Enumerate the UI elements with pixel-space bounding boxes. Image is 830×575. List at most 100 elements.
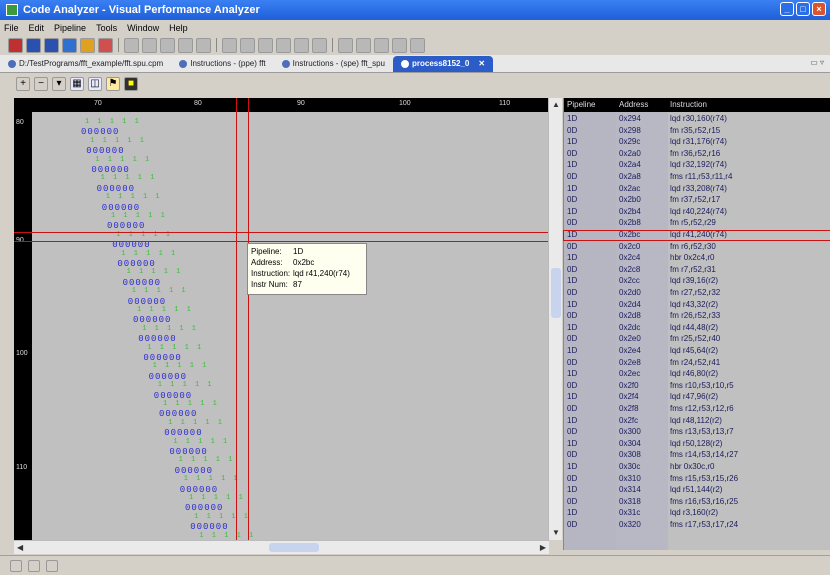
table-row[interactable]: 1D 0x2c4 hbr 0x2c4,r0 [564,254,830,263]
table-row[interactable]: 0D 0x2c0 fm r6,r52,r30 [564,242,830,252]
toolbar-icon-20[interactable] [374,37,389,53]
toolbar-icon-14[interactable] [258,37,273,53]
pipeline-chart[interactable]: 70 80 90 100 110 80 90 100 110 1 1 1 1 1… [14,98,551,540]
toolbar-icon-18[interactable] [338,37,353,53]
menu-window[interactable]: Window [127,23,159,33]
cell-pipeline: 1D [567,206,578,216]
toolbar-icon-4[interactable] [62,37,77,53]
menu-edit[interactable]: Edit [29,23,45,33]
menu-pipeline[interactable]: Pipeline [54,23,86,33]
table-row[interactable]: 1D 0x30c hbr 0x30c,r0 [564,462,830,472]
toolbar-icon-15[interactable] [276,37,291,53]
menu-help[interactable]: Help [169,23,188,33]
toolbar-icon-6[interactable] [98,37,113,53]
table-row[interactable]: 0D 0x318 fms r16,r53,r16,r25 [564,497,830,507]
zoom-out-icon[interactable]: − [34,77,48,91]
toolbar-icon-21[interactable] [392,37,407,53]
table-row[interactable]: 1D 0x2a4 lqd r32,192(r74) [564,161,830,170]
main-toolbar [0,35,830,55]
scroll-up-icon[interactable]: ▲ [552,100,560,109]
table-row[interactable]: 1D 0x2ac lqd r33,208(r74) [564,184,830,194]
table-row[interactable]: 0D 0x2f0 fms r10,r53,r10,r5 [564,380,830,391]
table-row[interactable]: 0D 0x320 fms r17,r53,r17,r24 [564,520,830,530]
table-row[interactable]: 1D 0x294 lqd r30,160(r74) [564,114,830,124]
table-row[interactable]: 1D 0x2f4 lqd r47,96(r2) [564,393,830,402]
menu-file[interactable]: File [4,23,19,33]
table-row[interactable]: 0D 0x2a8 fms r11,r53,r11,r4 [564,172,830,182]
toolbar-icon-7[interactable] [124,37,139,53]
color-icon[interactable]: ■ [124,77,138,91]
table-row[interactable]: 1D 0x314 lqd r51,144(r2) [564,486,830,495]
status-icon[interactable] [28,559,40,572]
scroll-right-icon[interactable]: ▶ [540,543,546,552]
table-row[interactable]: 1D 0x2b4 lqd r40,224(r74) [564,206,830,217]
table-row[interactable]: 0D 0x2b0 fm r37,r52,r17 [564,196,830,205]
tab-process[interactable]: process8152_0 ✕ [393,55,494,72]
grid-icon[interactable]: ▦ [70,77,84,91]
table-row[interactable]: 0D 0x2e0 fm r25,r52,r40 [564,335,830,344]
toolbar-icon-12[interactable] [222,37,237,53]
toolbar-icon-2[interactable] [26,37,41,53]
toolbar-icon-1[interactable] [8,37,23,53]
cell-address: 0x2c4 [619,253,641,263]
close-tab-icon[interactable]: ✕ [478,59,485,68]
table-row[interactable]: 1D 0x304 lqd r50,128(r2) [564,439,830,449]
scroll-thumb[interactable] [551,268,561,318]
table-row[interactable]: 1D 0x2fc lqd r48,112(r2) [564,416,830,426]
scroll-thumb[interactable] [269,543,319,552]
table-row[interactable]: 0D 0x298 fm r35,r52,r15 [564,126,830,136]
tab-spe-instructions[interactable]: Instructions - (spe) fft_spu [274,56,393,72]
minimize-button[interactable]: _ [780,2,794,16]
table-row[interactable]: 1D 0x2d4 lqd r43,32(r2) [564,300,830,310]
toolbar-icon-3[interactable] [44,37,59,53]
menu-tools[interactable]: Tools [96,23,117,33]
toolbar-icon-19[interactable] [356,37,371,53]
table-row[interactable]: 1D 0x2e4 lqd r45,64(r2) [564,346,830,356]
table-row[interactable]: 1D 0x2bc lqd r41,240(r74) [563,230,830,241]
table-row[interactable]: 1D 0x2dc lqd r44,48(r2) [564,323,830,333]
toolbar-icon-11[interactable] [196,37,211,53]
tab-label: process8152_0 [412,59,470,68]
chart-vertical-scrollbar[interactable]: ▲ ▼ [548,98,562,540]
close-button[interactable]: × [812,2,826,16]
cycles-icon[interactable]: ◫ [88,77,102,91]
toolbar-icon-8[interactable] [142,37,157,53]
filter-icon[interactable]: ⚑ [106,77,120,91]
table-row[interactable]: 0D 0x2e8 fm r24,r52,r41 [564,358,830,368]
table-row[interactable]: 0D 0x2b8 fm r5,r52,r29 [564,219,830,228]
cell-address: 0x2f0 [619,380,639,390]
toolbar-icon-13[interactable] [240,37,255,53]
table-row[interactable]: 0D 0x310 fms r15,r53,r15,r26 [564,474,830,484]
chart-horizontal-scrollbar[interactable]: ◀ ▶ [14,540,549,554]
table-row[interactable]: 0D 0x2d8 fm r26,r52,r33 [564,312,830,321]
table-row[interactable]: 1D 0x29c lqd r31,176(r74) [564,138,830,147]
table-row[interactable]: 0D 0x2c8 fm r7,r52,r31 [564,265,830,275]
toolbar-icon-9[interactable] [160,37,175,53]
tab-cpm-file[interactable]: D:/TestPrograms/fft_example/fft.spu.cpm [0,56,171,72]
view-menu-icon[interactable]: ▭ ▿ [810,58,824,67]
table-row[interactable]: 1D 0x2ec lqd r46,80(r2) [564,370,830,379]
toolbar-icon-16[interactable] [294,37,309,53]
status-icon[interactable] [10,559,22,572]
scroll-down-icon[interactable]: ▼ [552,528,560,537]
header-instruction[interactable]: Instruction [670,100,707,109]
toolbar-icon-10[interactable] [178,37,193,53]
maximize-button[interactable]: □ [796,2,810,16]
table-row[interactable]: 0D 0x2a0 fm r36,r52,r16 [564,149,830,159]
table-row[interactable]: 0D 0x2f8 fms r12,r53,r12,r6 [564,404,830,414]
tab-ppe-instructions[interactable]: Instructions - (ppe) fft [171,56,273,72]
table-row[interactable]: 1D 0x2cc lqd r39,16(r2) [564,277,830,286]
toolbar-icon-17[interactable] [312,37,327,53]
zoom-dropdown-icon[interactable]: ▾ [52,77,66,91]
toolbar-icon-22[interactable] [410,37,425,53]
header-address[interactable]: Address [619,100,648,109]
zoom-in-icon[interactable]: + [16,77,30,91]
table-row[interactable]: 0D 0x300 fms r13,r53,r13,r7 [564,428,830,437]
table-row[interactable]: 0D 0x2d0 fm r27,r52,r32 [564,288,830,298]
table-row[interactable]: 0D 0x308 fms r14,r53,r14,r27 [564,451,830,460]
header-pipeline[interactable]: Pipeline [567,100,595,109]
table-row[interactable]: 1D 0x31c lqd r3,160(r2) [564,509,830,518]
toolbar-icon-5[interactable] [80,37,95,53]
status-icon[interactable] [46,559,58,572]
scroll-left-icon[interactable]: ◀ [17,543,23,552]
